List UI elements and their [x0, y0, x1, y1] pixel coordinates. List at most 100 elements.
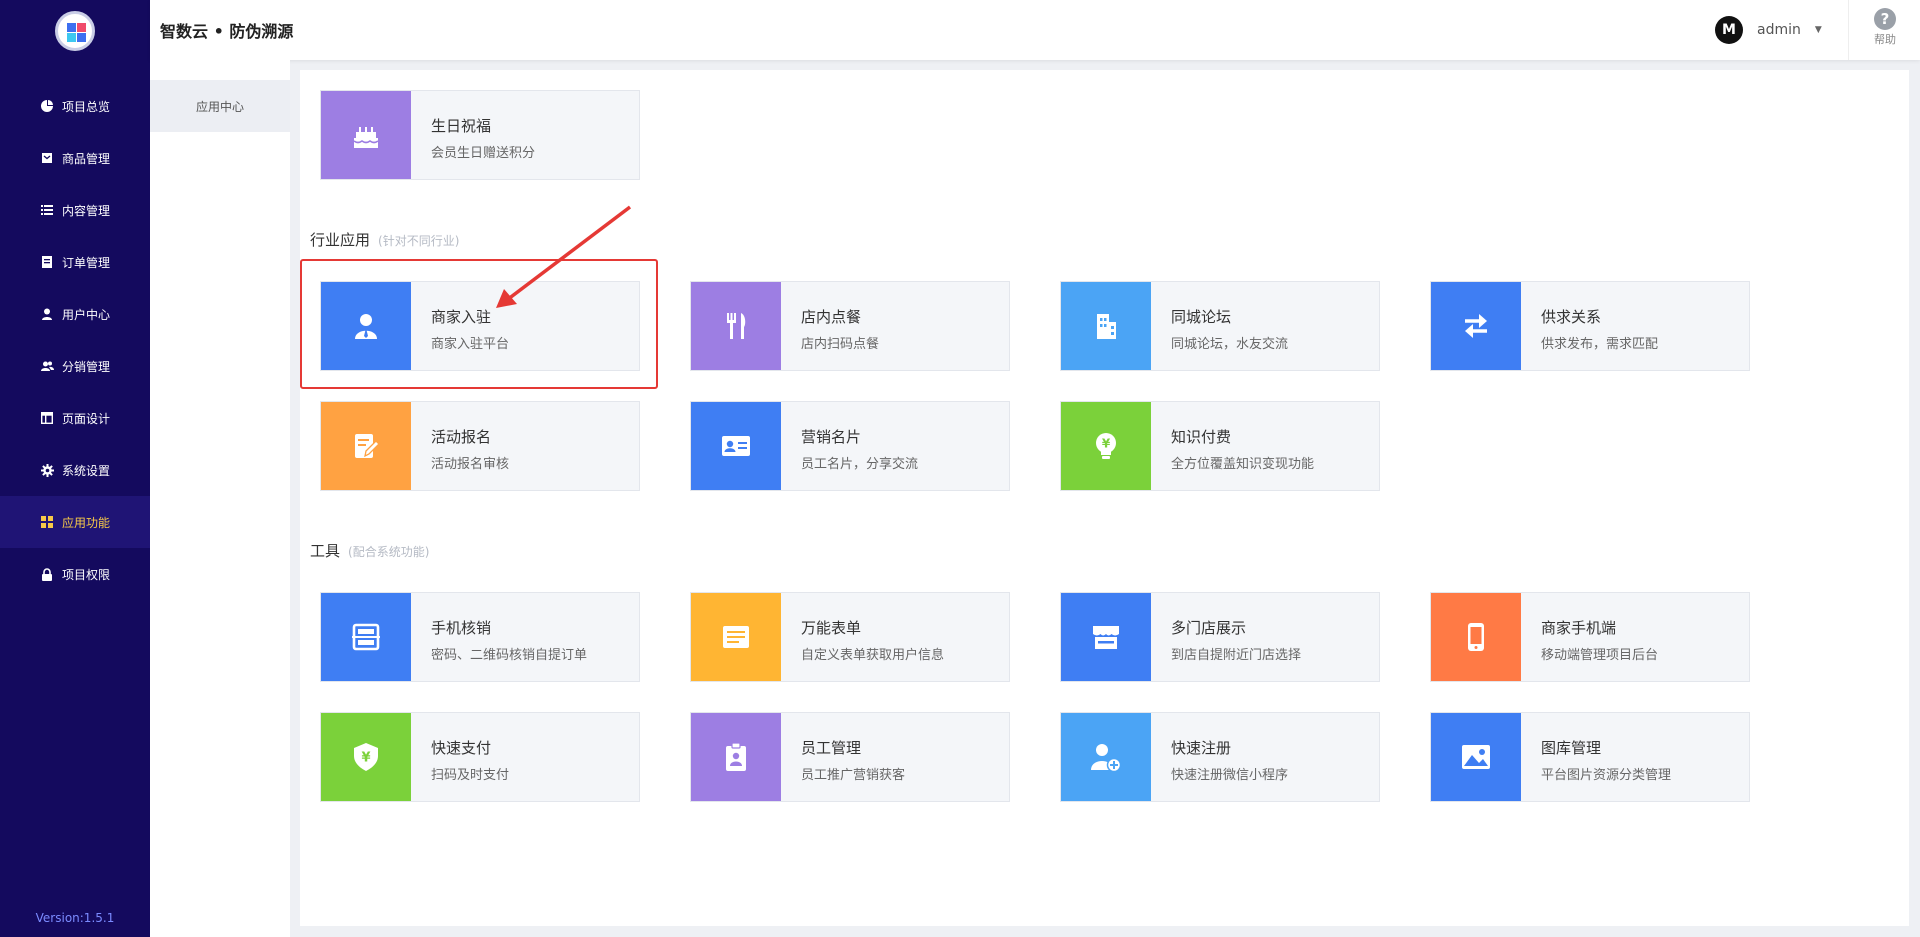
svg-text:¥: ¥ [1102, 437, 1111, 451]
sidebar-item-label: 系统设置 [62, 463, 111, 478]
sidebar-item-users[interactable]: 用户中心 [0, 288, 150, 340]
users-icon [40, 359, 54, 373]
sidebar-item-app-features[interactable]: 应用功能 [0, 496, 150, 548]
lock-icon [40, 567, 54, 581]
card-title: 手机核销 [431, 619, 492, 637]
card-desc: 快速注册微信小程序 [1171, 768, 1289, 783]
sidebar-item-distribution[interactable]: 分销管理 [0, 340, 150, 392]
sub-sidebar: 应用中心 [150, 60, 290, 937]
building-icon [1061, 282, 1151, 370]
main-sidebar: 项目总览 商品管理 内容管理 订单管理 用户中心 分销管理 页面设计 系统设置 [0, 0, 150, 937]
card-desc: 会员生日赠送积分 [431, 146, 536, 161]
card-desc: 移动端管理项目后台 [1541, 648, 1659, 663]
card-title: 图库管理 [1541, 739, 1602, 757]
sidebar-item-label: 应用功能 [62, 515, 111, 530]
sidebar-item-label: 页面设计 [62, 411, 111, 426]
app-card-birthday[interactable]: 生日祝福 会员生日赠送积分 [320, 90, 640, 180]
app-card-supply-demand[interactable]: 供求关系 供求发布，需求匹配 [1430, 281, 1750, 371]
app-card-city-forum[interactable]: 同城论坛 同城论坛，水友交流 [1060, 281, 1380, 371]
card-title: 员工管理 [801, 739, 862, 757]
store-icon [1061, 593, 1151, 681]
grid-icon [40, 515, 54, 529]
sidebar-item-overview[interactable]: 项目总览 [0, 80, 150, 132]
bulb-yen-icon: ¥ [1061, 402, 1151, 490]
app-card-business-card[interactable]: 营销名片 员工名片，分享交流 [690, 401, 1010, 491]
main-panel: 生日祝福 会员生日赠送积分 行业应用 (针对不同行业) 商家入驻 商家入驻平台 … [300, 70, 1909, 926]
form-icon [691, 593, 781, 681]
image-icon [1431, 713, 1521, 801]
svg-text:¥: ¥ [361, 751, 370, 766]
app-card-merchant-mobile[interactable]: 商家手机端 移动端管理项目后台 [1430, 592, 1750, 682]
section-header-industry: 行业应用 (针对不同行业) [310, 229, 459, 250]
shield-yen-icon: ¥ [321, 713, 411, 801]
card-desc: 全方位覆盖知识变现功能 [1171, 457, 1315, 472]
sidebar-nav: 项目总览 商品管理 内容管理 订单管理 用户中心 分销管理 页面设计 系统设置 [0, 80, 150, 600]
card-desc: 自定义表单获取用户信息 [801, 648, 945, 663]
section-title: 工具 [310, 542, 341, 560]
sidebar-item-page-design[interactable]: 页面设计 [0, 392, 150, 444]
scan-icon [321, 593, 411, 681]
sidebar-item-label: 用户中心 [62, 307, 111, 322]
card-desc: 平台图片资源分类管理 [1541, 768, 1672, 783]
section-title: 行业应用 [310, 231, 371, 249]
card-title: 知识付费 [1171, 428, 1232, 446]
question-icon: ? [1874, 8, 1896, 30]
card-title: 营销名片 [801, 428, 862, 446]
app-card-universal-form[interactable]: 万能表单 自定义表单获取用户信息 [690, 592, 1010, 682]
card-desc: 员工名片，分享交流 [801, 457, 919, 472]
document-icon [40, 255, 54, 269]
app-card-quick-register[interactable]: 快速注册 快速注册微信小程序 [1060, 712, 1380, 802]
card-desc: 扫码及时支付 [431, 768, 510, 783]
user-icon [40, 307, 54, 321]
sidebar-item-goods[interactable]: 商品管理 [0, 132, 150, 184]
app-card-dine-in[interactable]: 店内点餐 店内扫码点餐 [690, 281, 1010, 371]
card-desc: 到店自提附近门店选择 [1171, 648, 1302, 663]
box-icon [40, 151, 54, 165]
card-desc: 员工推广营销获客 [801, 768, 906, 783]
sidebar-item-label: 商品管理 [62, 151, 111, 166]
caret-down-icon: ▼ [1814, 25, 1822, 35]
card-title: 商家入驻 [431, 308, 492, 326]
user-add-icon [1061, 713, 1151, 801]
version-label: Version:1.5.1 [35, 911, 115, 925]
card-title: 生日祝福 [431, 117, 492, 135]
top-header: 智数云 • 防伪溯源 M admin ▼ ? 帮助 [150, 0, 1920, 60]
app-card-gallery[interactable]: 图库管理 平台图片资源分类管理 [1430, 712, 1750, 802]
card-title: 快速支付 [431, 739, 492, 757]
app-card-mobile-verify[interactable]: 手机核销 密码、二维码核销自提订单 [320, 592, 640, 682]
app-card-multi-store[interactable]: 多门店展示 到店自提附近门店选择 [1060, 592, 1380, 682]
header-divider [1848, 0, 1849, 60]
card-title: 同城论坛 [1171, 308, 1232, 326]
help-button[interactable]: ? 帮助 [1865, 8, 1905, 47]
cake-icon [321, 91, 411, 179]
card-title: 供求关系 [1541, 308, 1602, 326]
sidebar-item-settings[interactable]: 系统设置 [0, 444, 150, 496]
app-card-paid-knowledge[interactable]: ¥ 知识付费 全方位覆盖知识变现功能 [1060, 401, 1380, 491]
card-desc: 供求发布，需求匹配 [1541, 337, 1659, 352]
app-card-merchant-entry[interactable]: 商家入驻 商家入驻平台 [320, 281, 640, 371]
app-card-quick-pay[interactable]: ¥ 快速支付 扫码及时支付 [320, 712, 640, 802]
section-subtitle: (针对不同行业) [378, 234, 460, 248]
app-card-event-signup[interactable]: 活动报名 活动报名审核 [320, 401, 640, 491]
section-header-tools: 工具 (配合系统功能) [310, 540, 429, 561]
app-card-staff-management[interactable]: 员工管理 员工推广营销获客 [690, 712, 1010, 802]
sidebar-item-label: 内容管理 [62, 203, 111, 218]
card-desc: 密码、二维码核销自提订单 [431, 648, 588, 663]
avatar: M [1715, 16, 1743, 44]
user-menu[interactable]: M admin ▼ [1715, 16, 1822, 44]
edit-form-icon [321, 402, 411, 490]
subnav-item-app-center[interactable]: 应用中心 [150, 80, 290, 132]
sidebar-item-label: 项目总览 [62, 99, 111, 114]
sidebar-item-orders[interactable]: 订单管理 [0, 236, 150, 288]
id-card-icon [691, 402, 781, 490]
fork-knife-icon [691, 282, 781, 370]
sidebar-item-permissions[interactable]: 项目权限 [0, 548, 150, 600]
card-desc: 店内扫码点餐 [801, 337, 880, 352]
card-desc: 同城论坛，水友交流 [1171, 337, 1289, 352]
app-logo[interactable] [55, 11, 95, 51]
sidebar-item-label: 项目权限 [62, 567, 111, 582]
layout-icon [40, 411, 54, 425]
sidebar-item-content[interactable]: 内容管理 [0, 184, 150, 236]
card-title: 多门店展示 [1171, 619, 1247, 637]
swap-arrows-icon [1431, 282, 1521, 370]
